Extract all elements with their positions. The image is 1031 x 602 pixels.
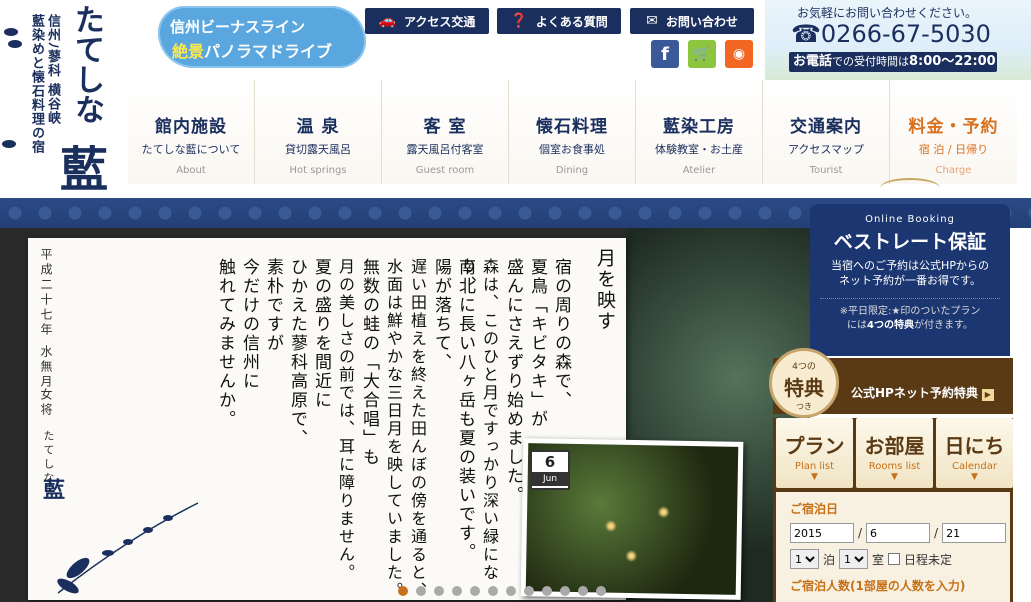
poem-line: 無数の蛙の「大合唱」も [359, 258, 379, 467]
banner-line1: 信州ビーナスライン [170, 18, 306, 36]
poem-line: 陽が落ちて、 [431, 258, 451, 372]
nav-dining[interactable]: 懐石料理 個室お食事処 Dining [509, 80, 636, 184]
logo-brand: たてしな [69, 4, 104, 124]
slider-dot[interactable] [416, 586, 426, 596]
contact-tagline: お気軽にお問い合わせください。 [797, 6, 978, 20]
day-input[interactable] [942, 523, 1007, 543]
leaf-illustration-icon [57, 502, 199, 594]
facebook-icon[interactable]: f [651, 40, 679, 68]
cart-icon[interactable]: 🛒 [688, 40, 716, 68]
slider-dot[interactable] [470, 586, 480, 596]
rss-icon[interactable]: ◉ [725, 40, 753, 68]
poem-line: 盛んにさえずり始めました。 [503, 258, 523, 505]
booking-title: ベストレート保証 [833, 231, 987, 253]
poem-author: 女将 [39, 388, 53, 418]
ornament-icon [880, 178, 940, 198]
undecided-checkbox[interactable] [888, 553, 901, 565]
tab-rooms-list[interactable]: お部屋 Rooms list ▼ [856, 418, 933, 488]
month-input[interactable] [866, 523, 931, 543]
contact-button[interactable]: ✉ お問い合わせ [630, 8, 754, 34]
leaf-icon [4, 28, 18, 36]
slider-dot[interactable] [560, 586, 570, 596]
slider-dot[interactable] [398, 586, 408, 596]
poem-line: 遅い田植えを終えた田んぼの傍を通ると、 [408, 258, 427, 600]
booking-label: Online Booking [865, 214, 955, 225]
poem-line: 宿の周りの森で、 [551, 258, 571, 410]
slider-dot[interactable] [506, 586, 516, 596]
nav-tourist[interactable]: 交通案内 アクセスマップ Tourist [763, 80, 890, 184]
undecided-label: 日程未定 [904, 552, 953, 567]
date-badge: 6 Jun [530, 450, 570, 490]
car-icon: 🚗 [378, 13, 397, 29]
arrow-right-icon: ▶ [981, 389, 994, 401]
stay-date-label: ご宿泊日 [790, 502, 839, 516]
tokuten-banner[interactable]: 4つの 特典 つき 公式HPネット予約特典 ▶ [769, 348, 1013, 418]
year-input[interactable] [790, 523, 854, 543]
phone-icon: ☎ [791, 20, 821, 48]
leaf-icon [2, 140, 16, 148]
nav-charge[interactable]: 料金・予約宿 泊 / 日帰り Charge [890, 80, 1017, 184]
contact-box: お気軽にお問い合わせください。 ☎0266-67-5030 お電話での受付時間は… [765, 0, 1031, 80]
tokuten-label: 公式HPネット予約特典 ▶ [851, 384, 994, 401]
logo-subtitle: 信州ﾉ蓼科 横谷峡 藍染めと懐石料理の宿 [29, 14, 60, 154]
poem-date: 平成二十七年 水無月 [39, 248, 53, 390]
slider-dot[interactable] [596, 586, 606, 596]
logo-brand-kanji: 藍 [60, 142, 109, 198]
nav-about[interactable]: 館内施設 たてしな藍について About [128, 80, 255, 184]
poem-line: 水面は鮮やかな三日月を映していました。 [384, 258, 403, 600]
poem-line: 今だけの信州に [239, 258, 259, 391]
slider-dot[interactable] [578, 586, 588, 596]
booking-desc: 当宿へのご予約は公式HPからの ネット予約が一番お得です。 [831, 259, 989, 287]
nav-hot-springs[interactable]: 温 泉貸切露天風呂 Hot springs [255, 80, 382, 184]
phone-hours: お電話での受付時間は8:00〜22:00 [789, 52, 997, 72]
phone-number[interactable]: ☎0266-67-5030 [791, 20, 991, 48]
nights-select[interactable]: 1 [790, 549, 819, 569]
logo[interactable]: 信州ﾉ蓼科 横谷峡 藍染めと懐石料理の宿 たてしな 藍 [0, 0, 130, 198]
tab-calendar[interactable]: 日にち Calendar ▼ [936, 418, 1013, 488]
tab-plan-list[interactable]: プラン Plan list ▼ [776, 418, 853, 488]
booking-panel: Online Booking ベストレート保証 当宿へのご予約は公式HPからのネ… [810, 204, 1010, 356]
slider-dot[interactable] [452, 586, 462, 596]
mail-icon: ✉ [646, 13, 658, 29]
poem-line: 夏鳥「キビタキ」が [527, 258, 547, 429]
poem-line: 南北に長い八ヶ岳も夏の装いです。 [455, 258, 475, 562]
tokuten-badge: 4つの 特典 つき [769, 348, 839, 418]
question-icon: ❓ [510, 13, 528, 29]
poem-line: 触れてみませんか。 [215, 258, 235, 429]
venus-line-banner[interactable]: 信州ビーナスライン 絶景パノラマドライブ [158, 6, 366, 68]
main-nav: 館内施設 たてしな藍について About 温 泉貸切露天風呂 Hot springs … [128, 80, 1031, 184]
rooms-select[interactable]: 1 [839, 549, 869, 569]
slider-dot[interactable] [434, 586, 444, 596]
faq-button[interactable]: ❓ よくある質問 [497, 8, 621, 34]
search-tabs: プラン Plan list ▼ お部屋 Rooms list ▼ 日にち Calendar… [773, 418, 1013, 492]
poem-title: 月を映す [594, 248, 616, 332]
access-button[interactable]: 🚗 アクセス交通 [365, 8, 489, 34]
hero-slider[interactable]: 月を映す 宿の周りの森で、 夏鳥「キビタキ」が 盛んにさえずり始めました。 森は… [0, 228, 810, 602]
chevron-down-icon: ▼ [811, 472, 818, 482]
slider-dot[interactable] [488, 586, 498, 596]
chevron-down-icon: ▼ [971, 472, 978, 482]
search-form: ご宿泊日 / / 1 泊 1 室 日程未定 ご宿泊人数(1部屋の人数を入力) [773, 492, 1013, 602]
booking-note: ※平日限定:★印のついたプラン には4つの特典が付きます。 [820, 298, 1000, 333]
guests-label: ご宿泊人数(1部屋の人数を入力) [790, 579, 966, 593]
slider-dots [398, 586, 606, 596]
poem-line: 夏の盛りを間近に [311, 258, 331, 410]
leaf-icon [8, 40, 22, 48]
nav-atelier[interactable]: 藍染工房 体験教室・お土産 Atelier [636, 80, 763, 184]
chevron-down-icon: ▼ [891, 472, 898, 482]
slider-dot[interactable] [542, 586, 552, 596]
slider-dot[interactable] [524, 586, 534, 596]
banner-line2: 絶景パノラマドライブ [172, 42, 333, 61]
nav-guest-room[interactable]: 客 室露天風呂付客室 Guest room [382, 80, 509, 184]
poem-line: 素朴ですが [263, 258, 283, 353]
poem-line: ひかえた蓼科高原で、 [287, 258, 307, 448]
header: 信州ﾉ蓼科 横谷峡 藍染めと懐石料理の宿 たてしな 藍 信州ビーナスライン 絶景パ… [0, 0, 1031, 198]
poem-line: 月の美しさの前では、耳に障りません。 [336, 258, 355, 582]
